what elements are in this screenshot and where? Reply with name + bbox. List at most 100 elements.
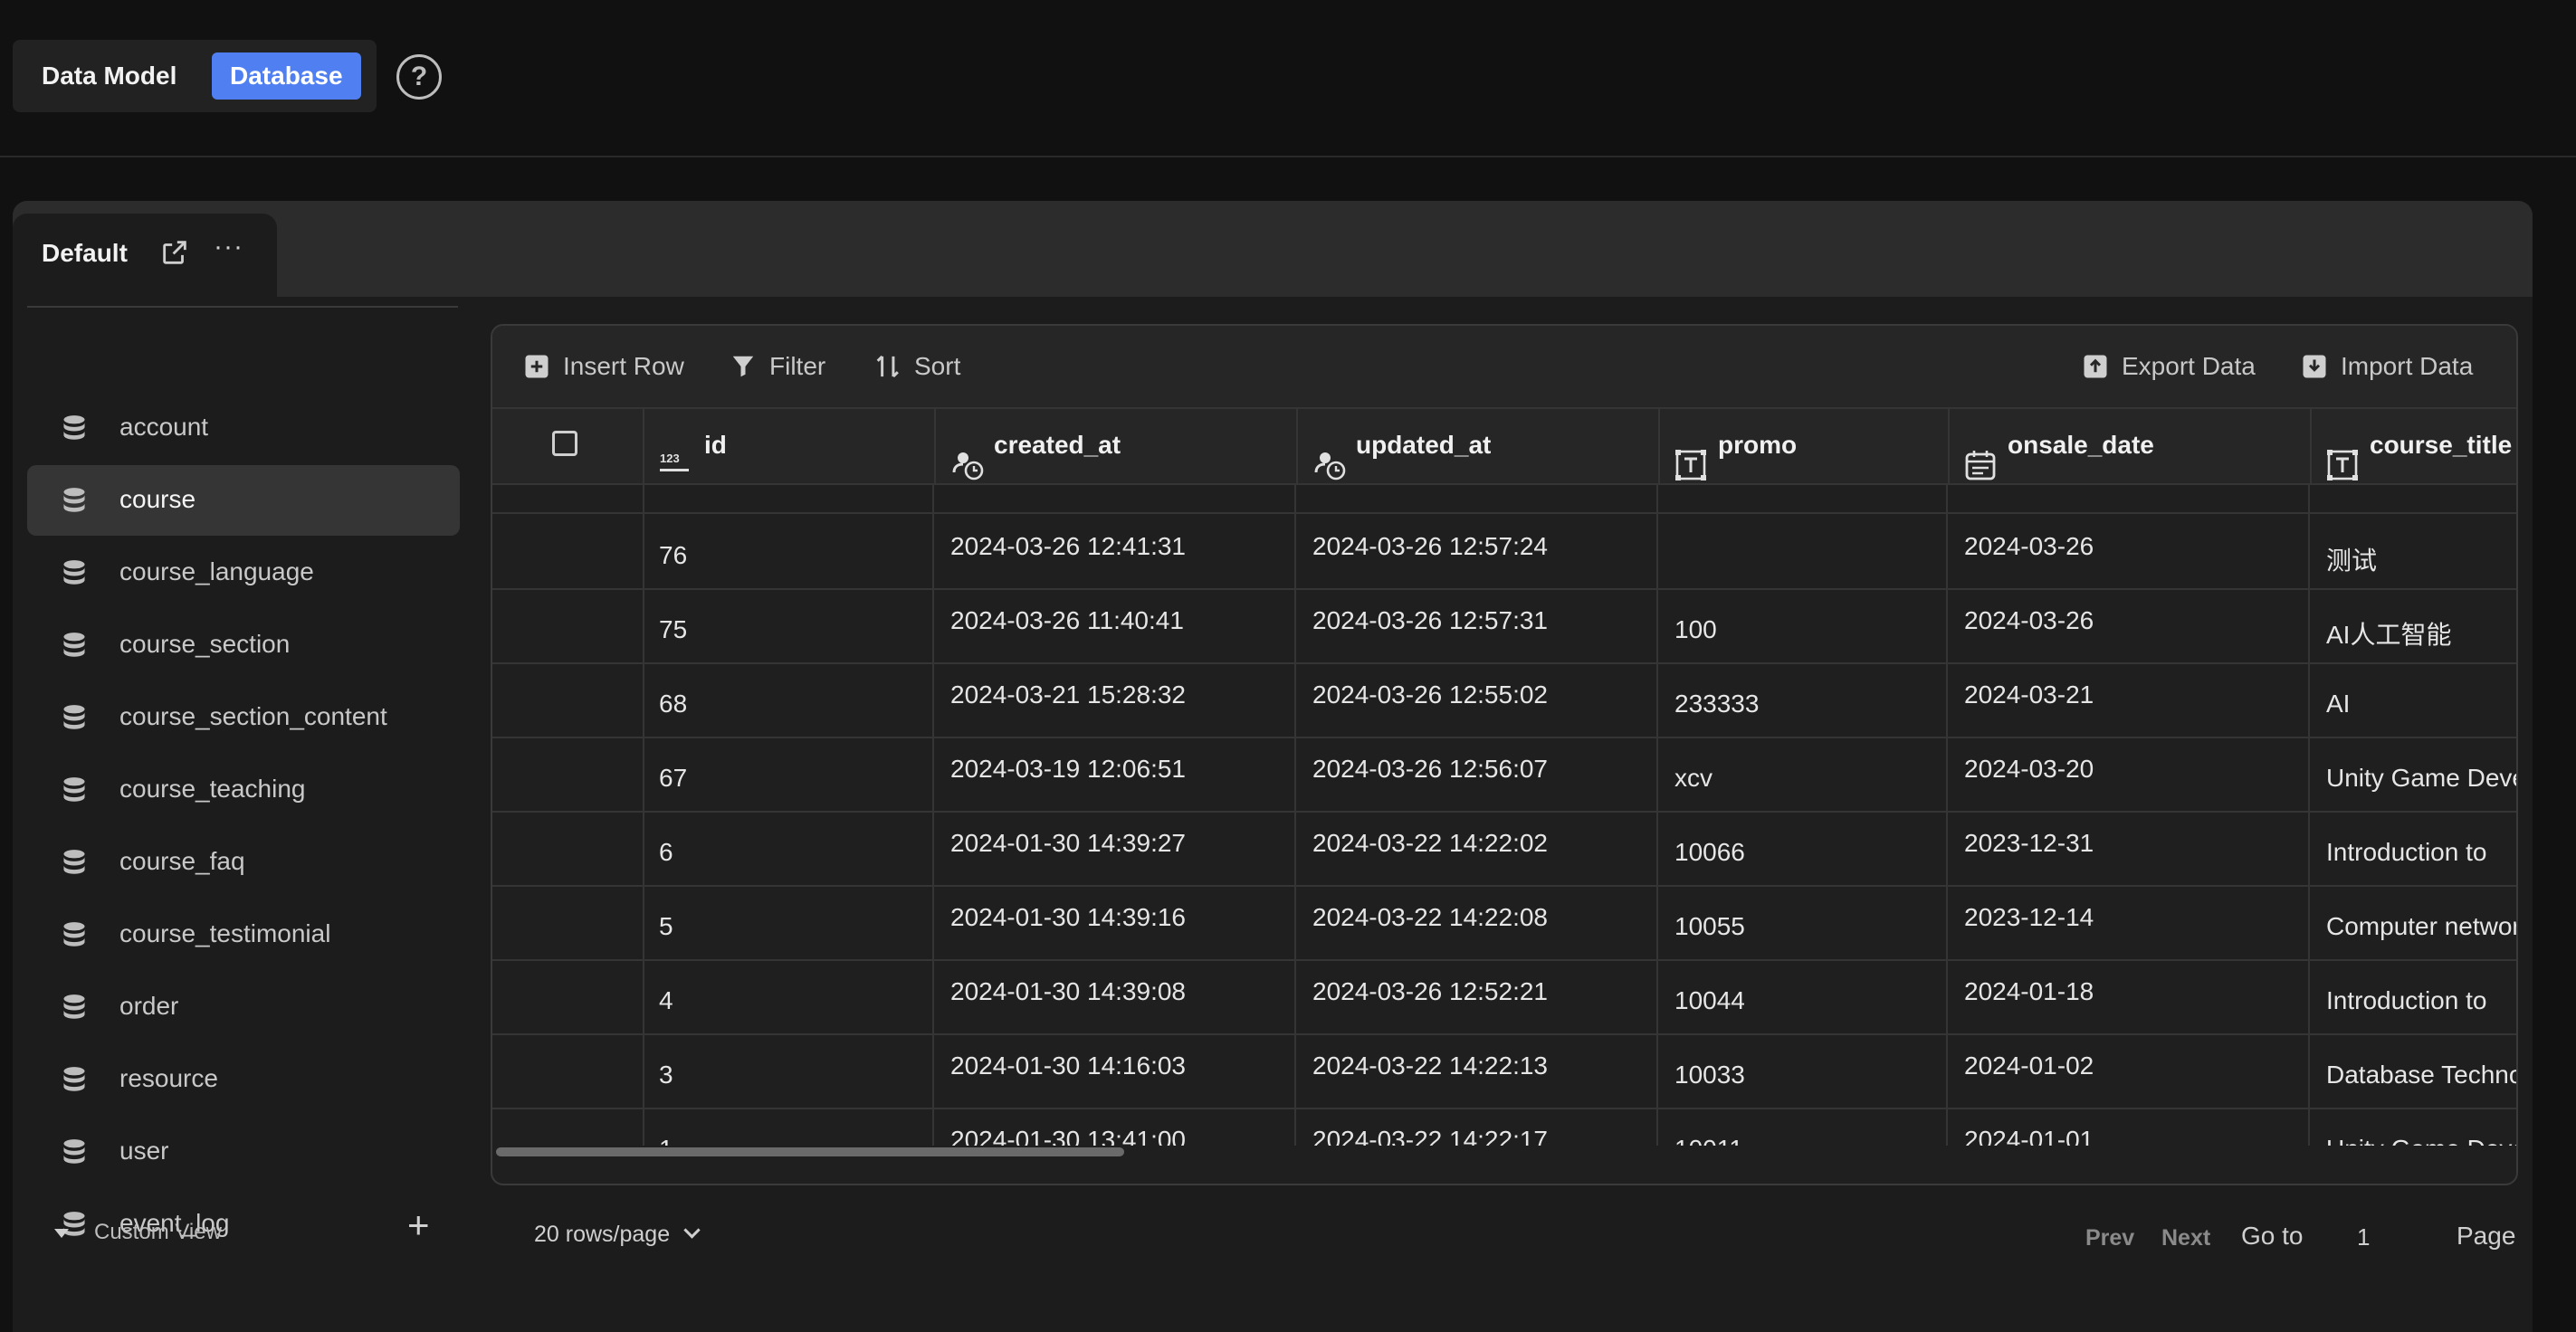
sidebar-item-resource[interactable]: resource: [27, 1044, 460, 1115]
table-cell-promo[interactable]: 10011: [1658, 1108, 1948, 1146]
table-cell-promo[interactable]: 233333: [1658, 662, 1948, 737]
horizontal-scrollbar[interactable]: [492, 1146, 2516, 1158]
more-options-icon[interactable]: ···: [214, 232, 243, 262]
table-cell-course-title[interactable]: AI人工智能: [2310, 588, 2516, 662]
row-select-cell[interactable]: [492, 588, 644, 662]
table-cell-created-at[interactable]: 2024-01-30 14:39:08: [934, 959, 1296, 1033]
database-tab[interactable]: Database: [212, 52, 361, 100]
table-cell-created-at[interactable]: 2024-03-21 15:28:32: [934, 662, 1296, 737]
table-row[interactable]: 5 2024-01-30 14:39:16 2024-03-22 14:22:08 1…: [492, 885, 2516, 961]
select-all-checkbox[interactable]: [552, 431, 577, 456]
scrollbar-thumb[interactable]: [496, 1147, 1124, 1156]
table-cell[interactable]: [1658, 485, 1948, 512]
table-cell-onsale-date[interactable]: 2024-01-01: [1948, 1108, 2310, 1146]
table-row[interactable]: 4 2024-01-30 14:39:08 2024-03-26 12:52:21 1…: [492, 959, 2516, 1035]
table-cell-promo[interactable]: 10055: [1658, 885, 1948, 959]
table-cell[interactable]: [643, 485, 934, 512]
row-select-cell[interactable]: [492, 514, 644, 588]
table-cell-promo[interactable]: 10066: [1658, 811, 1948, 885]
import-data-button[interactable]: Import Data: [2301, 351, 2491, 382]
table-row[interactable]: 1 2024-01-30 13:41:00 2024-03-22 14:22:17 1…: [492, 1108, 2516, 1146]
table-cell-promo[interactable]: 10044: [1658, 959, 1948, 1033]
goto-page-input[interactable]: 1: [2357, 1223, 2370, 1251]
table-cell-course-title[interactable]: Database Technology: [2310, 1033, 2516, 1108]
table-cell-course-title[interactable]: Unity Game Development: [2310, 737, 2516, 811]
table-cell-id[interactable]: 6: [643, 811, 934, 885]
table-cell-created-at[interactable]: 2024-01-30 13:41:00: [934, 1108, 1296, 1146]
table-cell-created-at[interactable]: 2024-01-30 14:39:16: [934, 885, 1296, 959]
custom-view-toggle[interactable]: Custom View: [54, 1220, 222, 1245]
table-row[interactable]: 75 2024-03-26 11:40:41 2024-03-26 12:57:31…: [492, 588, 2516, 664]
table-cell-promo[interactable]: 10033: [1658, 1033, 1948, 1108]
table-cell-onsale-date[interactable]: 2024-03-20: [1948, 737, 2310, 811]
sidebar-item-course-testimonial[interactable]: course_testimonial: [27, 899, 460, 970]
sidebar-item-course-section-content[interactable]: course_section_content: [27, 682, 460, 753]
table-row-partial[interactable]: [492, 485, 2516, 514]
table-cell-onsale-date[interactable]: 2024-03-26: [1948, 588, 2310, 662]
table-cell-course-title[interactable]: AI: [2310, 662, 2516, 737]
table-cell-updated-at[interactable]: 2024-03-26 12:56:07: [1296, 737, 1658, 811]
table-cell-updated-at[interactable]: 2024-03-22 14:22:08: [1296, 885, 1658, 959]
table-cell-updated-at[interactable]: 2024-03-26 12:57:24: [1296, 514, 1658, 588]
prev-page-button[interactable]: Prev: [2085, 1225, 2134, 1251]
table-cell-course-title[interactable]: Introduction to: [2310, 959, 2516, 1033]
row-select-cell[interactable]: [492, 1033, 644, 1108]
table-cell-id[interactable]: 67: [643, 737, 934, 811]
sidebar-item-course-section[interactable]: course_section: [27, 610, 460, 680]
add-custom-view-button[interactable]: +: [407, 1204, 430, 1247]
column-header-onsale-date[interactable]: onsale_date: [1948, 409, 2312, 483]
table-row[interactable]: 6 2024-01-30 14:39:27 2024-03-22 14:22:02 1…: [492, 811, 2516, 887]
sidebar-item-course-language[interactable]: course_language: [27, 538, 460, 608]
table-cell-promo[interactable]: [1658, 514, 1948, 588]
data-model-tab[interactable]: Data Model: [24, 52, 195, 100]
table-cell-course-title[interactable]: 测试: [2310, 514, 2516, 588]
external-link-icon[interactable]: [159, 237, 190, 268]
table-row[interactable]: 76 2024-03-26 12:41:31 2024-03-26 12:57:24…: [492, 514, 2516, 590]
table-cell-onsale-date[interactable]: 2024-03-26: [1948, 514, 2310, 588]
table-cell-promo[interactable]: 100: [1658, 588, 1948, 662]
column-header-course-title[interactable]: course_title: [2310, 409, 2516, 483]
table-cell-id[interactable]: 3: [643, 1033, 934, 1108]
table-cell-id[interactable]: 68: [643, 662, 934, 737]
table-cell-course-title[interactable]: Computer network: [2310, 885, 2516, 959]
table-cell[interactable]: [1948, 485, 2310, 512]
table-cell-course-title[interactable]: Introduction to: [2310, 811, 2516, 885]
help-icon[interactable]: ?: [396, 54, 442, 100]
table-cell[interactable]: [1296, 485, 1658, 512]
table-cell-id[interactable]: 75: [643, 588, 934, 662]
table-cell-onsale-date[interactable]: 2023-12-14: [1948, 885, 2310, 959]
sidebar-item-course-faq[interactable]: course_faq: [27, 827, 460, 898]
filter-button[interactable]: Filter: [730, 351, 847, 382]
row-select-cell[interactable]: [492, 662, 644, 737]
table-cell-updated-at[interactable]: 2024-03-22 14:22:13: [1296, 1033, 1658, 1108]
table-cell-updated-at[interactable]: 2024-03-26 12:52:21: [1296, 959, 1658, 1033]
table-cell-id[interactable]: 76: [643, 514, 934, 588]
column-header-updated-at[interactable]: updated_at: [1296, 409, 1660, 483]
column-header-created-at[interactable]: created_at: [934, 409, 1298, 483]
table-cell-updated-at[interactable]: 2024-03-22 14:22:17: [1296, 1108, 1658, 1146]
export-data-button[interactable]: Export Data: [2082, 351, 2272, 382]
table-cell-onsale-date[interactable]: 2023-12-31: [1948, 811, 2310, 885]
row-select-cell[interactable]: [492, 885, 644, 959]
table-cell-updated-at[interactable]: 2024-03-26 12:57:31: [1296, 588, 1658, 662]
table-cell-id[interactable]: 5: [643, 885, 934, 959]
tab-default[interactable]: Default ···: [13, 214, 277, 297]
sidebar-item-course[interactable]: course: [27, 465, 460, 536]
table-cell-promo[interactable]: xcv: [1658, 737, 1948, 811]
table-cell-id[interactable]: 1: [643, 1108, 934, 1146]
table-cell[interactable]: [2310, 485, 2516, 512]
table-cell-onsale-date[interactable]: 2024-01-18: [1948, 959, 2310, 1033]
table-cell-updated-at[interactable]: 2024-03-26 12:55:02: [1296, 662, 1658, 737]
table-row[interactable]: 3 2024-01-30 14:16:03 2024-03-22 14:22:13 1…: [492, 1033, 2516, 1109]
sidebar-item-user[interactable]: user: [27, 1117, 460, 1187]
column-header-id[interactable]: 123 id: [643, 409, 936, 483]
next-page-button[interactable]: Next: [2161, 1225, 2210, 1251]
table-row[interactable]: 68 2024-03-21 15:28:32 2024-03-26 12:55:02…: [492, 662, 2516, 738]
row-select-cell[interactable]: [492, 811, 644, 885]
table-cell-id[interactable]: 4: [643, 959, 934, 1033]
table-cell-created-at[interactable]: 2024-01-30 14:39:27: [934, 811, 1296, 885]
table-cell-updated-at[interactable]: 2024-03-22 14:22:02: [1296, 811, 1658, 885]
insert-row-button[interactable]: Insert Row: [523, 351, 704, 382]
table-cell[interactable]: [934, 485, 1296, 512]
sort-button[interactable]: Sort: [874, 351, 983, 382]
